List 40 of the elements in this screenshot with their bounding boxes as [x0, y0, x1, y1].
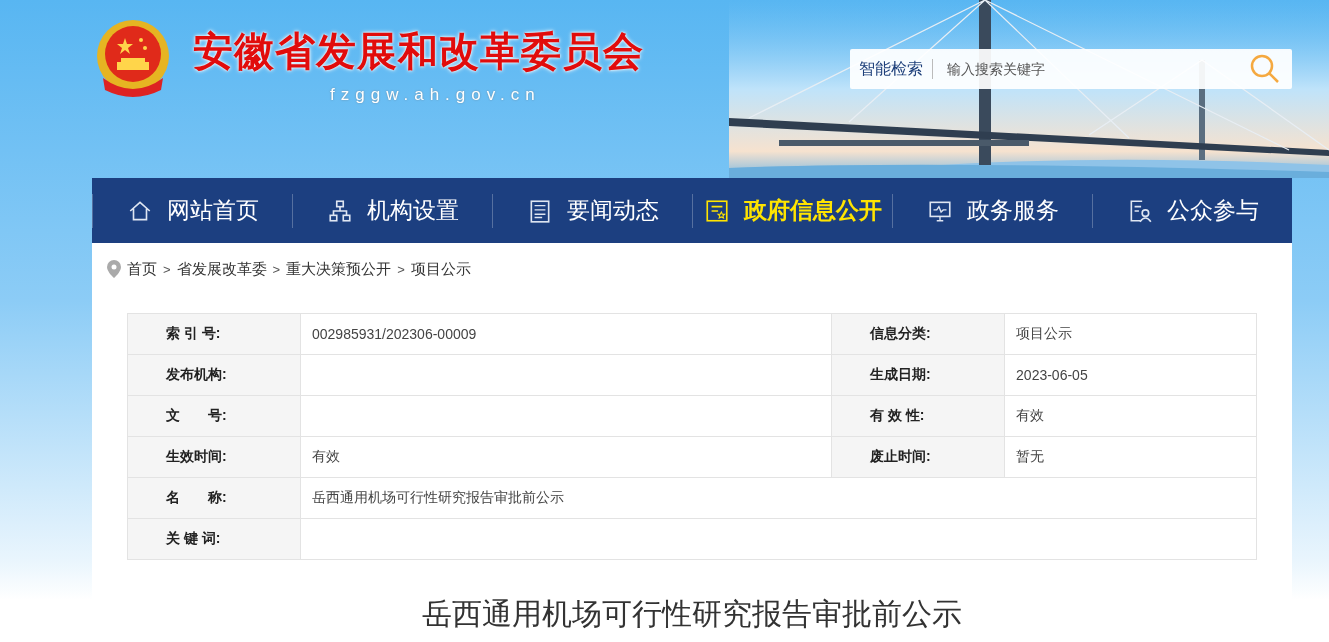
breadcrumb-separator: > [397, 261, 405, 277]
search-field[interactable]: 输入搜索关键字 [933, 60, 1250, 78]
field-value: 有效 [1004, 395, 1257, 437]
field-value: 2023-06-05 [1004, 354, 1257, 396]
breadcrumb-separator: > [272, 261, 281, 277]
field-value: 岳西通用机场可行性研究报告审批前公示 [300, 477, 1257, 519]
field-label: 有 效 性: [831, 395, 1005, 437]
location-pin-icon [107, 260, 121, 278]
breadcrumb-link[interactable]: 项目公示 [410, 259, 471, 279]
search-label: 智能检索 [850, 59, 933, 79]
emblem-icon [95, 18, 171, 100]
breadcrumb-link[interactable]: 首页 [127, 259, 157, 279]
field-label: 生效时间: [127, 436, 301, 478]
search-bar[interactable]: 智能检索 输入搜索关键字 [850, 49, 1292, 89]
field-value: 项目公示 [1004, 313, 1257, 355]
nav-tab[interactable]: 政府信息公开 [692, 193, 892, 228]
search-icon[interactable] [1250, 54, 1280, 84]
field-value: 暂无 [1004, 436, 1257, 478]
nav-tab[interactable]: 要闻动态 [492, 193, 692, 228]
site-title: 安徽省发展和改革委员会 [193, 28, 644, 75]
breadcrumb-separator: > [163, 261, 171, 277]
field-label: 关 键 词: [127, 518, 301, 560]
field-label: 废止时间: [831, 436, 1005, 478]
site-domain: fzggw.ah.gov.cn [330, 85, 542, 105]
nav-tab[interactable]: 公众参与 [1092, 193, 1292, 228]
article-title: 岳西通用机场可行性研究报告审批前公示 [421, 596, 963, 632]
field-label: 发布机构: [127, 354, 301, 396]
field-label: 信息分类: [831, 313, 1005, 355]
nav-tab[interactable]: 网站首页 [92, 193, 292, 228]
breadcrumb-link[interactable]: 省发展改革委 [176, 259, 267, 279]
nav-tab[interactable]: 机构设置 [292, 193, 492, 228]
field-value: 002985931/202306-00009 [300, 313, 832, 355]
field-value: 有效 [300, 436, 832, 478]
hierarchy-icon [326, 197, 353, 224]
breadcrumb-link[interactable]: 重大决策预公开 [286, 259, 392, 279]
nav-tab[interactable]: 政务服务 [892, 193, 1092, 228]
field-label: 名 称: [127, 477, 301, 519]
field-label: 文 号: [127, 395, 301, 437]
field-label: 索 引 号: [127, 313, 301, 355]
field-label: 生成日期: [831, 354, 1005, 396]
